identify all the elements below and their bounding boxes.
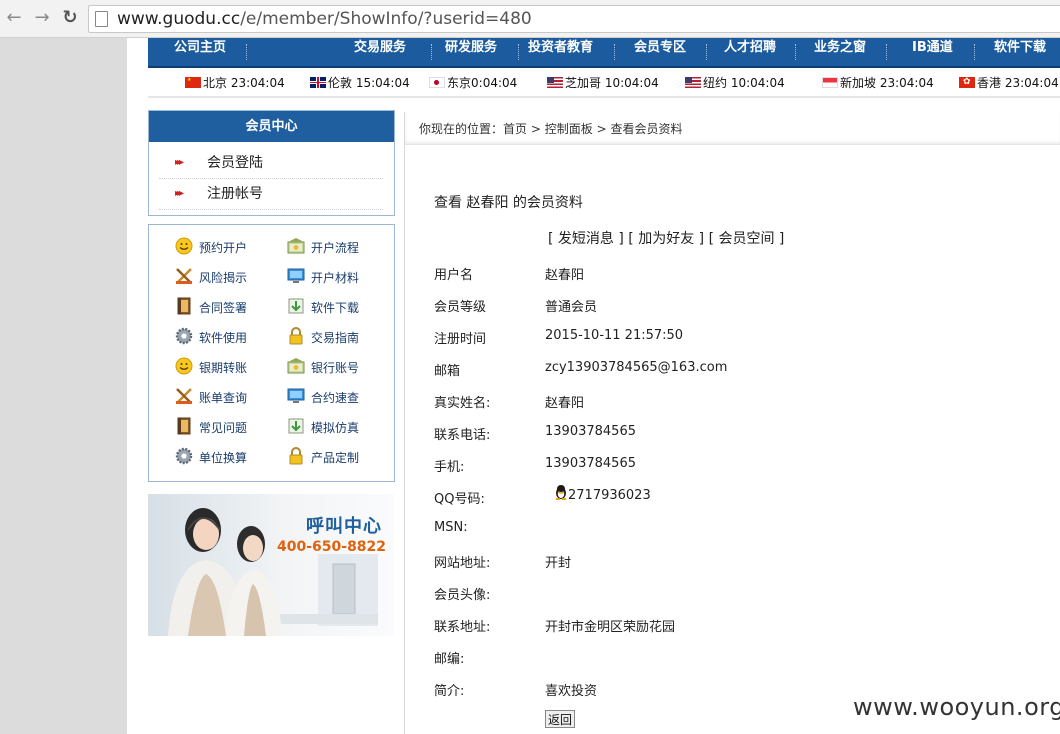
field-avatar: 会员头像: — [434, 588, 491, 603]
smiley-icon — [175, 357, 193, 375]
field-intro: 简介: 喜欢投资 — [434, 684, 598, 699]
nav-separator — [706, 44, 708, 60]
field-postcode: 邮编: — [434, 652, 465, 667]
nav-separator — [431, 44, 433, 60]
clock-singapore: 新加坡 23:04:04 — [822, 74, 934, 91]
bank-icon — [287, 237, 305, 255]
nav-item-ib[interactable]: IB通道 — [912, 38, 953, 66]
field-msn: MSN: — [434, 520, 468, 535]
field-username: 用户名 赵春阳 — [434, 268, 585, 283]
nav-item-rnd[interactable]: 研发服务 — [445, 38, 497, 66]
page-icon — [95, 11, 108, 27]
member-login-link[interactable]: ▸▸▸ 会员登陆 — [159, 148, 383, 179]
lock-icon — [287, 447, 305, 465]
forward-arrow-icon[interactable]: → — [32, 8, 52, 28]
add-friend-link[interactable]: [ 加为好友 ] — [628, 231, 704, 247]
book-icon — [175, 297, 193, 315]
nav-separator — [974, 44, 976, 60]
gear-icon — [175, 327, 193, 345]
hk-flag-icon: ✿ — [959, 77, 975, 88]
book-icon — [175, 417, 193, 435]
qq-penguin-icon — [554, 484, 568, 504]
nav-separator — [795, 44, 797, 60]
nav-item-software[interactable]: 软件下载 — [994, 38, 1046, 66]
clock-chicago: 芝加哥 10:04:04 — [547, 74, 659, 91]
back-button[interactable]: 返回 — [545, 710, 575, 728]
profile-actions: [ 发短消息 ] [ 加为好友 ] [ 会员空间 ] — [548, 228, 784, 248]
download-icon — [287, 417, 305, 435]
triple-arrow-icon: ▸▸▸ — [175, 157, 184, 168]
uk-flag-icon — [310, 77, 326, 88]
lock-icon — [287, 327, 305, 345]
sg-flag-icon — [822, 77, 838, 88]
call-center-phone: 400-650-8822 — [277, 539, 387, 555]
watermark: www.wooyun.org — [853, 693, 1060, 721]
quick-links-panel: 预约开户 开户流程 风险揭示 开户材料 合同签署 软件下载 软件使用 交易指南 … — [148, 224, 395, 482]
page-gutter — [0, 38, 127, 734]
send-message-link[interactable]: [ 发短消息 ] — [548, 231, 624, 247]
field-website: 网站地址: 开封 — [434, 556, 572, 571]
reload-icon[interactable]: ↻ — [60, 8, 80, 28]
breadcrumb-prefix: 你现在的位置： — [419, 122, 504, 136]
clock-london: 伦敦 15:04:04 — [310, 74, 410, 91]
address-bar[interactable]: www.guodu.cc/e/member/ShowInfo/?userid=4… — [88, 5, 1060, 33]
call-center-banner[interactable]: 呼叫中心 400-650-8822 — [148, 494, 394, 636]
gear-icon — [175, 447, 193, 465]
nav-item-members[interactable]: 会员专区 — [634, 38, 686, 66]
nav-item-education[interactable]: 投资者教育 — [528, 38, 593, 66]
us-flag-icon — [547, 77, 563, 88]
field-qq: QQ号码: 2717936023 — [434, 485, 651, 507]
main-nav: 公司主页 交易服务 研发服务 投资者教育 会员专区 人才招聘 业务之窗 IB通道… — [148, 38, 1060, 68]
call-center-title: 呼叫中心 — [306, 516, 382, 537]
member-center-title: 会员中心 — [149, 111, 394, 142]
breadcrumb-separator: > — [596, 122, 607, 136]
nav-item-home[interactable]: 公司主页 — [174, 38, 226, 66]
main-content: 你现在的位置：首页 > 控制面板 > 查看会员资料 查看 赵春阳 的会员资料 [… — [404, 112, 1060, 734]
nav-separator — [886, 44, 888, 60]
browser-toolbar: ← → ↻ www.guodu.cc/e/member/ShowInfo/?us… — [0, 0, 1060, 38]
download-icon — [287, 297, 305, 315]
clock-beijing: ★ 北京 23:04:04 — [185, 76, 285, 90]
nav-item-business[interactable]: 业务之窗 — [814, 38, 866, 66]
breadcrumb-separator: > — [530, 122, 541, 136]
bank-icon — [287, 357, 305, 375]
register-account-link[interactable]: ▸▸▸ 注册帐号 — [159, 179, 383, 210]
clock-hongkong: ✿ 香港 23:04:04 — [959, 74, 1059, 91]
triple-arrow-icon: ▸▸▸ — [175, 188, 184, 199]
nav-item-jobs[interactable]: 人才招聘 — [724, 38, 776, 66]
nav-item-trading[interactable]: 交易服务 — [354, 38, 406, 66]
breadcrumb-control-panel[interactable]: 控制面板 — [545, 122, 593, 136]
breadcrumb-current: 查看会员资料 — [610, 122, 683, 136]
field-phone: 联系电话: 13903784565 — [434, 424, 636, 443]
nav-separator — [614, 44, 616, 60]
divider — [148, 96, 1060, 98]
monitor-icon — [287, 267, 305, 285]
nav-separator — [246, 44, 248, 60]
us-flag-icon — [685, 77, 701, 88]
warning-tools-icon — [175, 267, 193, 285]
smiley-icon — [175, 237, 193, 255]
back-arrow-icon[interactable]: ← — [4, 8, 24, 28]
world-clocks: ★ 北京 23:04:04 伦敦 15:04:04 东京0:04:04 芝加哥 1… — [148, 68, 1060, 94]
monitor-icon — [287, 387, 305, 405]
member-space-link[interactable]: [ 会员空间 ] — [709, 231, 785, 247]
field-register-time: 注册时间 2015-10-11 21:57:50 — [434, 328, 684, 347]
field-mobile: 手机: 13903784565 — [434, 456, 636, 475]
cn-flag-icon: ★ — [185, 77, 201, 88]
warning-tools-icon — [175, 387, 193, 405]
nav-separator — [518, 44, 520, 60]
breadcrumb-home[interactable]: 首页 — [503, 122, 527, 136]
field-email: 邮箱 zcy13903784565@163.com — [434, 360, 728, 379]
url-text: www.guodu.cc/e/member/ShowInfo/?userid=4… — [117, 9, 532, 29]
field-address: 联系地址: 开封市金明区荣励花园 — [434, 620, 676, 635]
clock-newyork: 纽约 10:04:04 — [685, 74, 785, 91]
jp-flag-icon — [429, 77, 445, 88]
member-center-panel: 会员中心 ▸▸▸ 会员登陆 ▸▸▸ 注册帐号 — [148, 110, 395, 216]
field-real-name: 真实姓名: 赵春阳 — [434, 396, 585, 411]
breadcrumb: 你现在的位置：首页 > 控制面板 > 查看会员资料 — [405, 112, 1060, 145]
clock-tokyo: 东京0:04:04 — [429, 74, 517, 91]
field-member-level: 会员等级 普通会员 — [434, 300, 598, 315]
profile-heading: 查看 赵春阳 的会员资料 — [434, 195, 583, 211]
